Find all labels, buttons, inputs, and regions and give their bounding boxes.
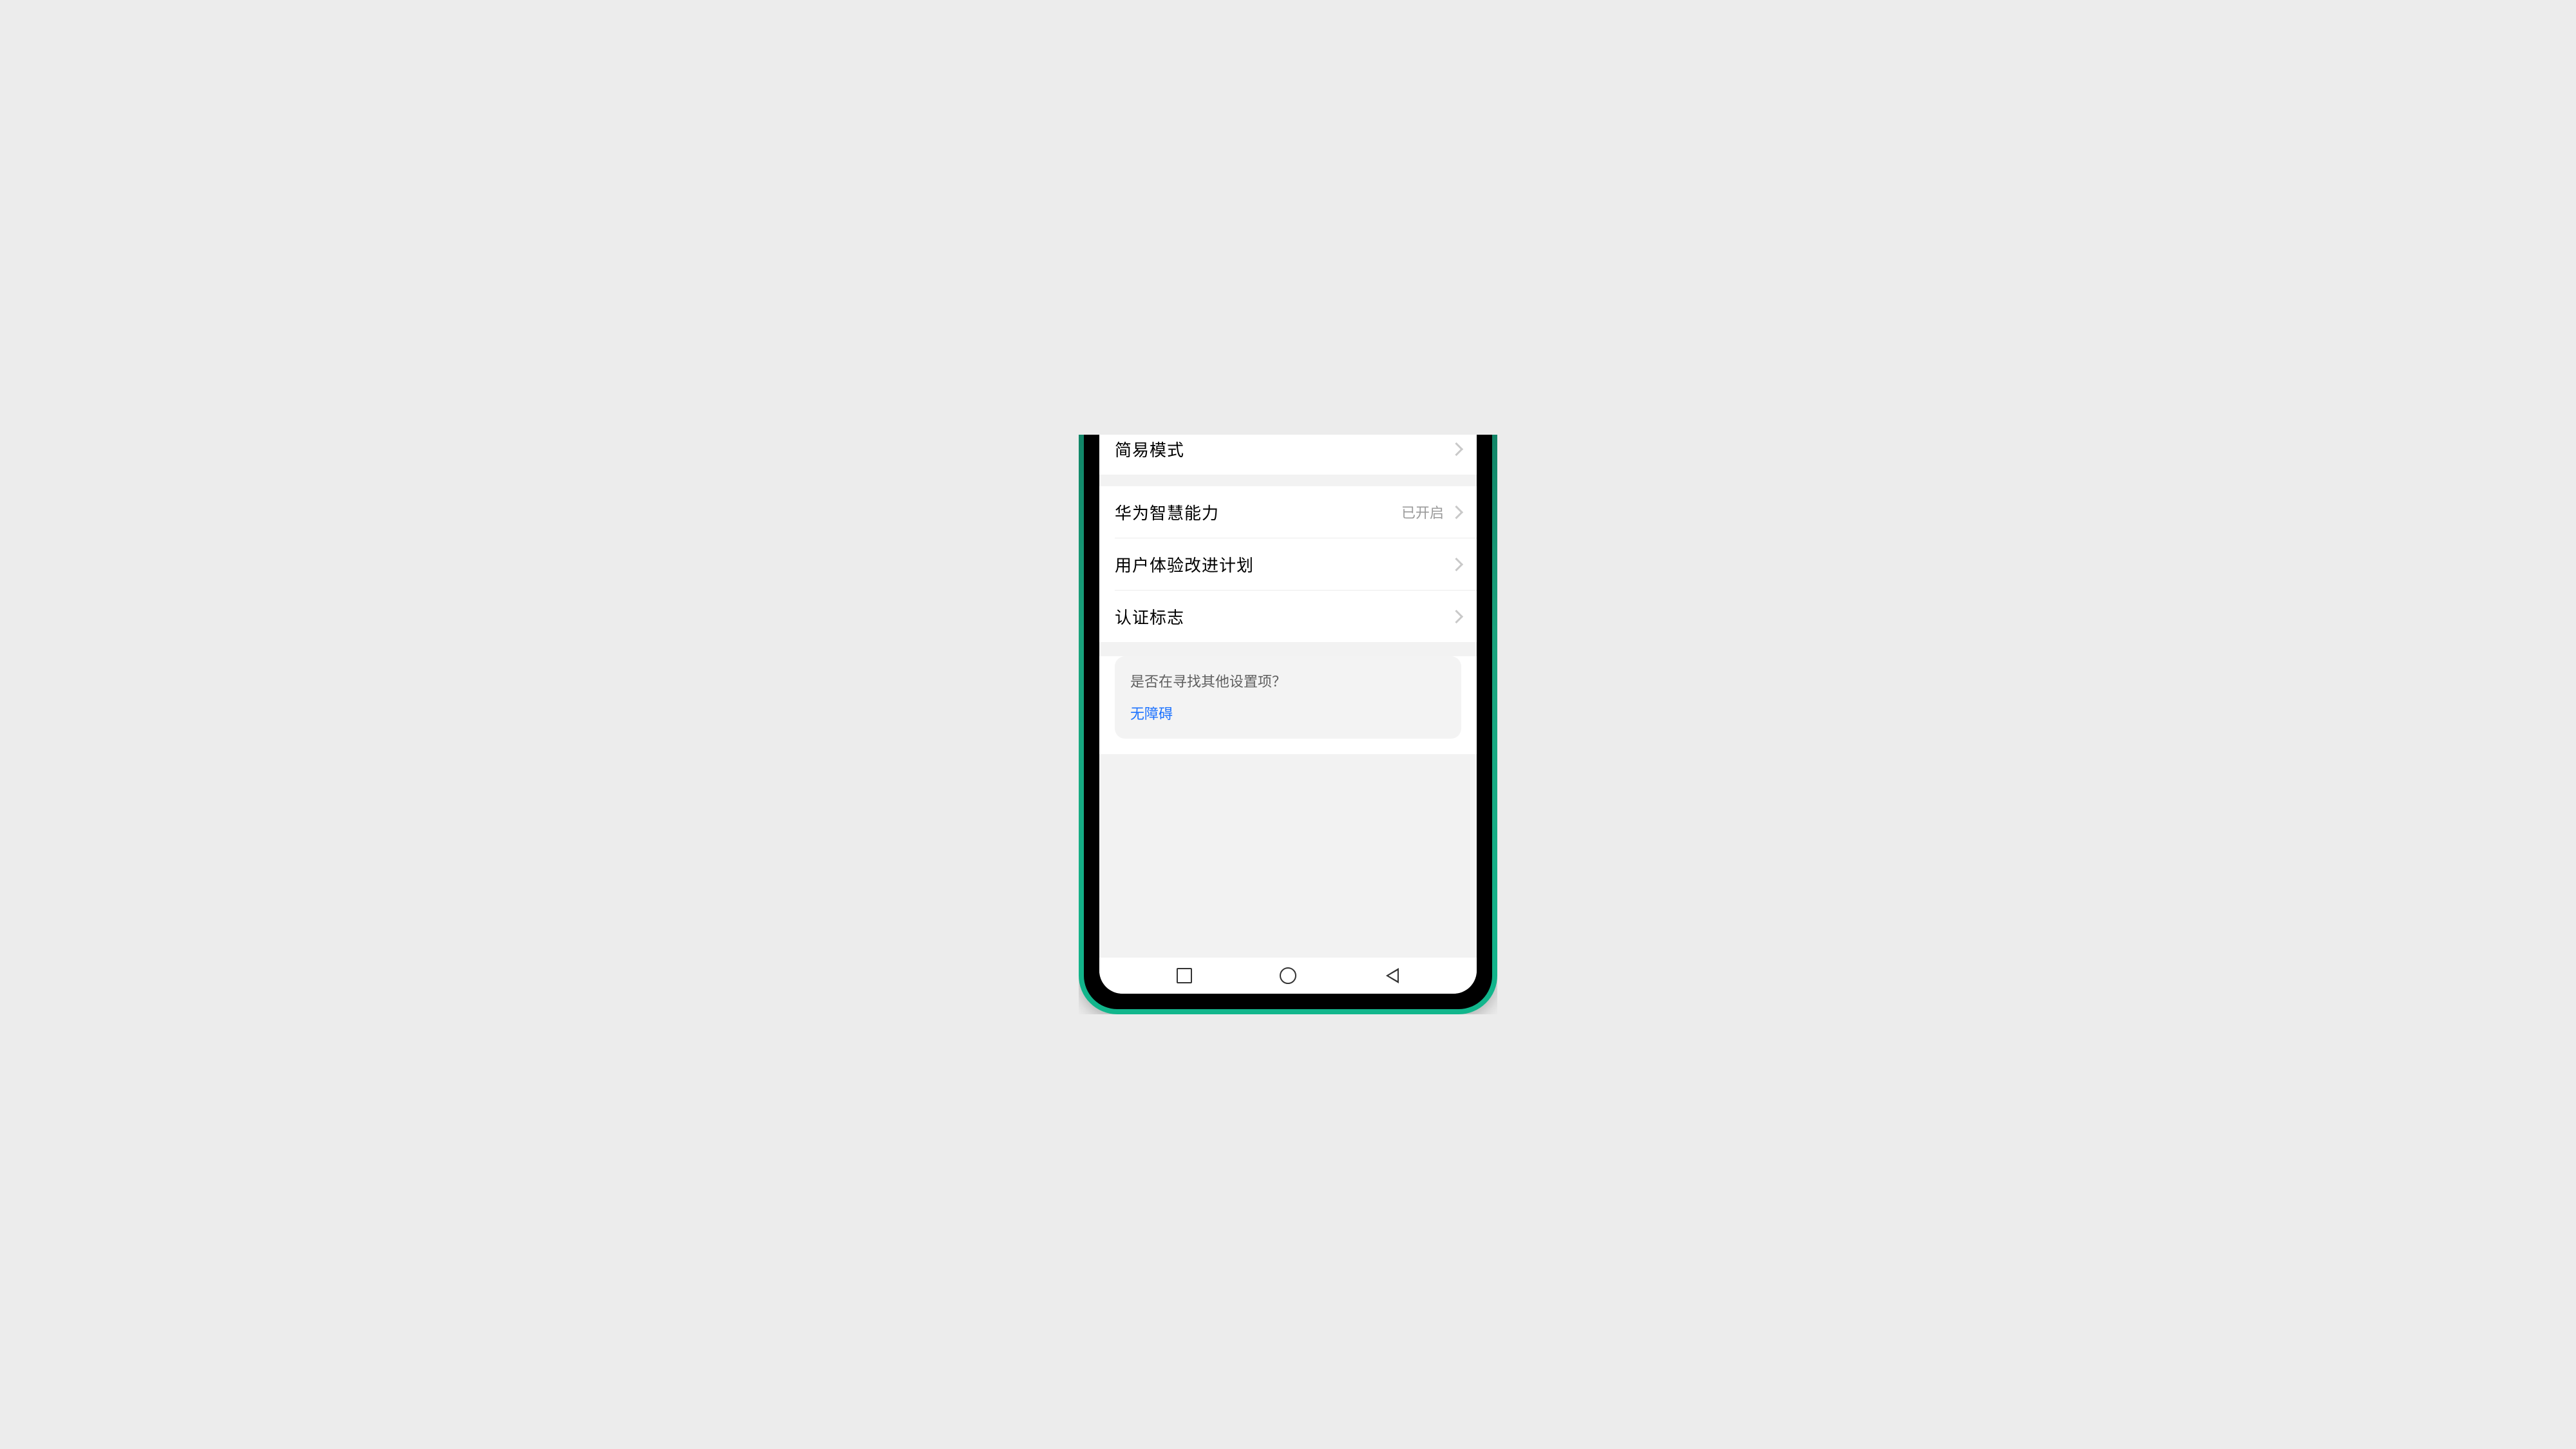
chevron-right-icon [1450,505,1463,518]
chevron-right-icon [1450,442,1463,455]
square-icon [1177,968,1192,983]
nav-back-button[interactable] [1373,963,1412,989]
system-nav-bar [1099,958,1477,994]
row-user-experience[interactable]: 用户体验改进计划 [1099,538,1477,590]
row-certification[interactable]: 认证标志 [1099,591,1477,642]
nav-home-button[interactable] [1269,963,1307,989]
settings-group-3: 华为智慧能力 已开启 用户体验改进计划 [1099,486,1477,642]
settings-list: 手机克隆 备份和恢复 [1099,435,1477,958]
section-gap [1099,475,1477,486]
triangle-back-icon [1386,968,1399,983]
chevron-right-icon [1450,557,1463,571]
suggestion-question: 是否在寻找其他设置项？ [1130,670,1446,691]
phone-screen: 手机克隆 备份和恢复 [1099,435,1477,994]
row-label: 华为智慧能力 [1115,500,1219,524]
phone-body: 手机克隆 备份和恢复 [1079,435,1497,1014]
row-label: 用户体验改进计划 [1115,553,1254,576]
settings-group-2: 简易模式 [1099,435,1477,475]
footer-area: 是否在寻找其他设置项？ 无障碍 [1099,656,1477,754]
row-label: 认证标志 [1115,605,1184,629]
phone-viewport: 手机克隆 备份和恢复 [1079,435,1497,1014]
circle-icon [1280,967,1296,984]
phone-bezel: 手机克隆 备份和恢复 [1084,435,1492,1009]
row-huawei-ai[interactable]: 华为智慧能力 已开启 [1099,486,1477,538]
row-value: 已开启 [1401,502,1444,522]
row-label: 简易模式 [1115,437,1184,461]
suggestion-link-accessibility[interactable]: 无障碍 [1130,703,1446,723]
stage: 手机克隆 备份和恢复 [0,0,2576,1449]
nav-recent-button[interactable] [1165,963,1204,989]
search-suggestion-card: 是否在寻找其他设置项？ 无障碍 [1115,656,1461,739]
chevron-right-icon [1450,609,1463,623]
row-simple-mode[interactable]: 简易模式 [1099,435,1477,475]
